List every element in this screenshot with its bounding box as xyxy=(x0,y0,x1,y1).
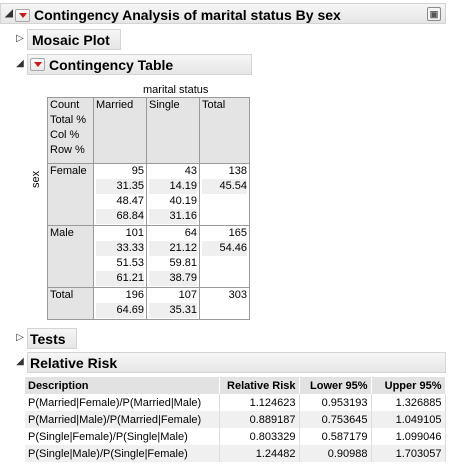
row-variable-label: sex xyxy=(30,170,42,188)
cell-grand-total: 303 xyxy=(199,287,250,320)
expand-triangle-icon[interactable]: ▷ xyxy=(15,333,25,343)
cell-male-married: 101 33.33 51.53 61.21 xyxy=(93,225,147,288)
column-header-total: Total xyxy=(199,97,250,164)
column-variable-label: marital status xyxy=(143,84,209,96)
cell-total-married: 196 64.69 xyxy=(93,287,147,320)
collapse-triangle-icon[interactable]: ◢ xyxy=(15,357,25,367)
relative-risk-header-row: Description Relative Risk Lower 95% Uppe… xyxy=(25,377,446,394)
row-header-male: Male xyxy=(47,225,94,288)
contingency-table-header: Contingency Table xyxy=(27,54,252,75)
cell-male-total: 165 54.46 xyxy=(199,225,250,288)
report-header: ◢ Contingency Analysis of marital status… xyxy=(0,3,446,24)
cell-female-single: 43 14.19 40.19 31.16 xyxy=(146,163,200,226)
expand-triangle-icon[interactable]: ▷ xyxy=(15,34,25,44)
column-header-description: Description xyxy=(25,377,220,394)
relative-risk-header: Relative Risk xyxy=(27,352,446,373)
report-options-icon[interactable]: ▣ xyxy=(427,7,441,21)
column-header-upper-95: Upper 95% xyxy=(371,377,446,394)
column-header-married: Married xyxy=(93,97,147,164)
column-header-relative-risk: Relative Risk xyxy=(219,377,300,394)
column-header-single: Single xyxy=(146,97,200,164)
mosaic-plot-header[interactable]: Mosaic Plot xyxy=(27,29,121,50)
red-triangle-menu-icon[interactable] xyxy=(15,8,30,22)
collapse-triangle-icon[interactable]: ◢ xyxy=(15,59,25,69)
tests-header[interactable]: Tests xyxy=(27,328,77,349)
cell-female-total: 138 45.54 xyxy=(199,163,250,226)
table-row: P(Single|Female)/P(Single|Male) 0.803329… xyxy=(25,428,446,445)
red-triangle-menu-icon[interactable] xyxy=(30,58,45,71)
table-row: P(Married|Female)/P(Married|Male) 1.1246… xyxy=(25,394,446,411)
table-row: P(Married|Male)/P(Married|Female) 0.8891… xyxy=(25,411,446,428)
cell-female-married: 95 31.35 48.47 68.84 xyxy=(93,163,147,226)
report-title: Contingency Analysis of marital status B… xyxy=(34,7,341,23)
collapse-triangle-icon[interactable]: ◢ xyxy=(4,9,14,19)
cell-legend: Count Total % Col % Row % xyxy=(47,97,94,164)
column-header-lower-95: Lower 95% xyxy=(299,377,372,394)
cell-male-single: 64 21.12 59.81 38.79 xyxy=(146,225,200,288)
cell-total-single: 107 35.31 xyxy=(146,287,200,320)
row-header-total: Total xyxy=(47,287,94,320)
tests-title: Tests xyxy=(30,330,66,347)
relative-risk-title: Relative Risk xyxy=(30,354,118,371)
row-header-female: Female xyxy=(47,163,94,226)
table-row: P(Single|Male)/P(Single|Female) 1.24482 … xyxy=(25,445,446,462)
contingency-table-title: Contingency Table xyxy=(49,56,174,73)
relative-risk-table: Description Relative Risk Lower 95% Uppe… xyxy=(25,377,446,462)
mosaic-plot-title: Mosaic Plot xyxy=(32,31,110,48)
contingency-table: Count Total % Col % Row % Married Single… xyxy=(47,97,250,320)
